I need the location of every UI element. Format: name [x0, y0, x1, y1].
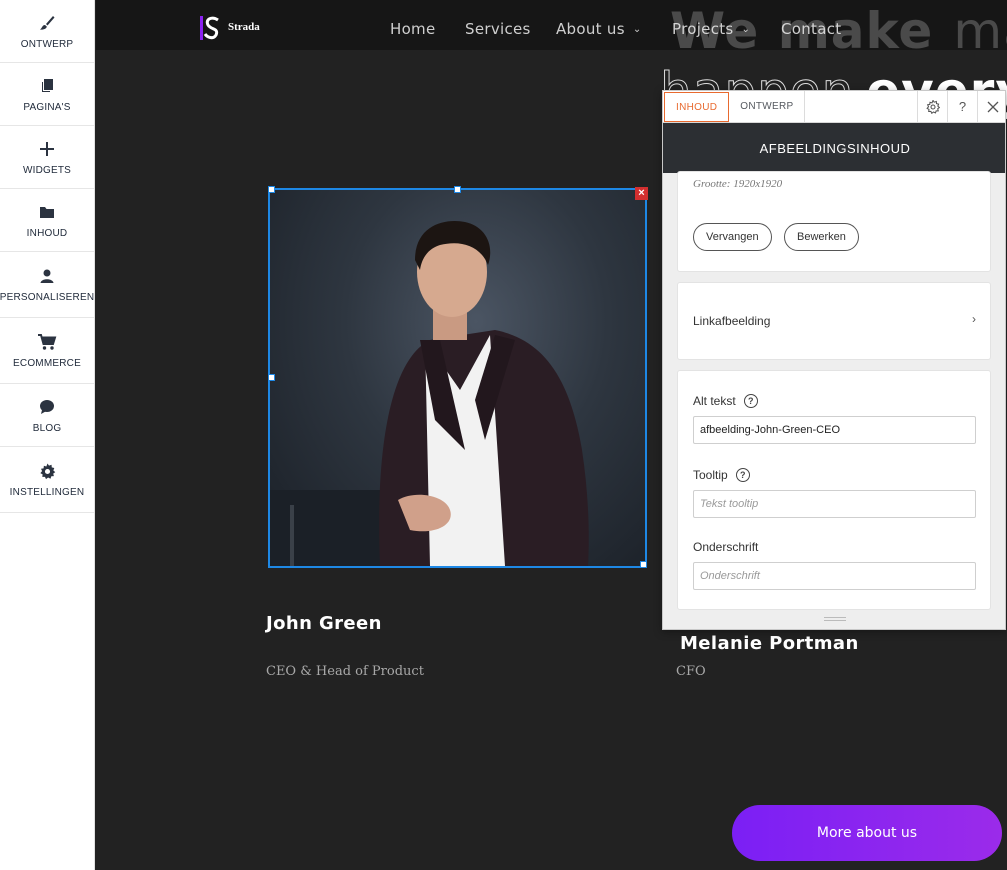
- sidebar-item-label: PAGINA'S: [23, 101, 71, 113]
- sidebar-item-instellingen[interactable]: INSTELLINGEN: [0, 447, 94, 513]
- resize-handle-bottom-right[interactable]: [640, 561, 647, 568]
- sidebar-item-paginas[interactable]: PAGINA'S: [0, 63, 94, 126]
- hero-heading-line1: We make mag: [670, 2, 1007, 60]
- logo-text: Strada: [228, 21, 260, 33]
- question-mark-icon: ?: [958, 99, 967, 114]
- sidebar-item-inhoud[interactable]: INHOUD: [0, 189, 94, 252]
- nav-about-label: About us: [556, 20, 625, 38]
- tab-inhoud[interactable]: INHOUD: [664, 92, 730, 122]
- tooltip-input[interactable]: [693, 490, 976, 518]
- sidebar-item-label: BLOG: [32, 422, 62, 434]
- pages-icon: [37, 76, 57, 96]
- team-photo-john-green: [270, 190, 645, 566]
- resize-handle-left[interactable]: [268, 374, 275, 381]
- nav-home[interactable]: Home: [390, 20, 436, 38]
- chevron-down-icon: ⌄: [632, 24, 642, 35]
- team-member-name: Melanie Portman: [680, 633, 859, 654]
- panel-actions: ?: [917, 91, 1005, 122]
- sidebar-item-blog[interactable]: BLOG: [0, 384, 94, 447]
- sidebar-item-label: INHOUD: [26, 227, 68, 239]
- resize-handle-top[interactable]: [454, 186, 461, 193]
- settings-button[interactable]: [917, 91, 947, 122]
- sidebar-item-label: PERSONALISEREN: [0, 292, 95, 303]
- image-source-card: Grootte: 1920x1920 Vervangen Bewerken: [677, 171, 991, 272]
- nav-services[interactable]: Services: [465, 20, 531, 38]
- panel-tab-bar: INHOUD ONTWERP ?: [663, 91, 1005, 123]
- editor-root: ONTWERP PAGINA'S WIDGETS INHOUD PERSONAL…: [0, 0, 1007, 870]
- help-button[interactable]: ?: [947, 91, 977, 122]
- gear-icon: [925, 99, 940, 114]
- user-icon: [37, 266, 57, 286]
- folder-icon: [37, 202, 57, 222]
- replace-image-button[interactable]: Vervangen: [693, 223, 772, 251]
- sidebar-item-label: INSTELLINGEN: [9, 487, 85, 498]
- tooltip-label: Tooltip?: [693, 468, 750, 482]
- chevron-right-icon: ›: [972, 312, 976, 326]
- link-image-label: Linkafbeelding: [693, 314, 771, 328]
- sidebar-item-label: ONTWERP: [20, 38, 74, 50]
- nav-about[interactable]: About us ⌄: [556, 20, 642, 38]
- cart-icon: [37, 332, 57, 352]
- tab-ontwerp[interactable]: ONTWERP: [729, 91, 806, 122]
- help-icon[interactable]: ?: [743, 394, 758, 408]
- caption-label: Onderschrift: [693, 540, 759, 554]
- logo-mark-icon: [200, 14, 222, 40]
- sidebar-item-widgets[interactable]: WIDGETS: [0, 126, 94, 189]
- resize-handle-top-left[interactable]: [268, 186, 275, 193]
- selected-image-widget[interactable]: [268, 188, 647, 568]
- tooltip-label-text: Tooltip: [693, 468, 728, 482]
- site-logo[interactable]: Strada: [200, 14, 260, 40]
- sidebar-item-ecommerce[interactable]: ECOMMERCE: [0, 318, 94, 384]
- chat-bubble-icon: [37, 397, 57, 417]
- delete-widget-button[interactable]: ×: [635, 187, 648, 200]
- team-member-role: CEO & Head of Product: [266, 664, 424, 679]
- paintbrush-icon: [37, 13, 57, 33]
- hero-line1-light: mag: [953, 2, 1007, 60]
- team-member-name: John Green: [266, 613, 382, 634]
- panel-resize-grip[interactable]: [824, 617, 846, 621]
- sidebar-item-personaliseren[interactable]: PERSONALISEREN: [0, 252, 94, 318]
- image-settings-panel: INHOUD ONTWERP ? AFBEELDINGSINHOUD Groot…: [662, 90, 1006, 630]
- alt-text-label-text: Alt tekst: [693, 394, 736, 408]
- hero-line1-bold: We make: [670, 2, 934, 60]
- alt-text-input[interactable]: [693, 416, 976, 444]
- editor-sidebar: ONTWERP PAGINA'S WIDGETS INHOUD PERSONAL…: [0, 0, 95, 870]
- edit-image-button[interactable]: Bewerken: [784, 223, 859, 251]
- plus-icon: [37, 139, 57, 159]
- image-text-card: Alt tekst? Tooltip? Onderschrift: [677, 370, 991, 610]
- image-size-text: Grootte: 1920x1920: [693, 178, 783, 190]
- more-about-us-button[interactable]: More about us: [732, 805, 1002, 861]
- help-icon[interactable]: ?: [735, 468, 750, 482]
- sidebar-item-ontwerp[interactable]: ONTWERP: [0, 0, 94, 63]
- gear-icon: [37, 461, 57, 481]
- caption-input[interactable]: [693, 562, 976, 590]
- sidebar-item-label: ECOMMERCE: [13, 358, 81, 369]
- team-member-role: CFO: [676, 664, 706, 679]
- sidebar-item-label: WIDGETS: [22, 164, 72, 176]
- close-panel-button[interactable]: [977, 91, 1005, 122]
- close-icon: [987, 101, 998, 112]
- panel-title: AFBEELDINGSINHOUD: [663, 123, 1005, 173]
- link-image-card[interactable]: Linkafbeelding ›: [677, 282, 991, 360]
- alt-text-label: Alt tekst?: [693, 394, 758, 408]
